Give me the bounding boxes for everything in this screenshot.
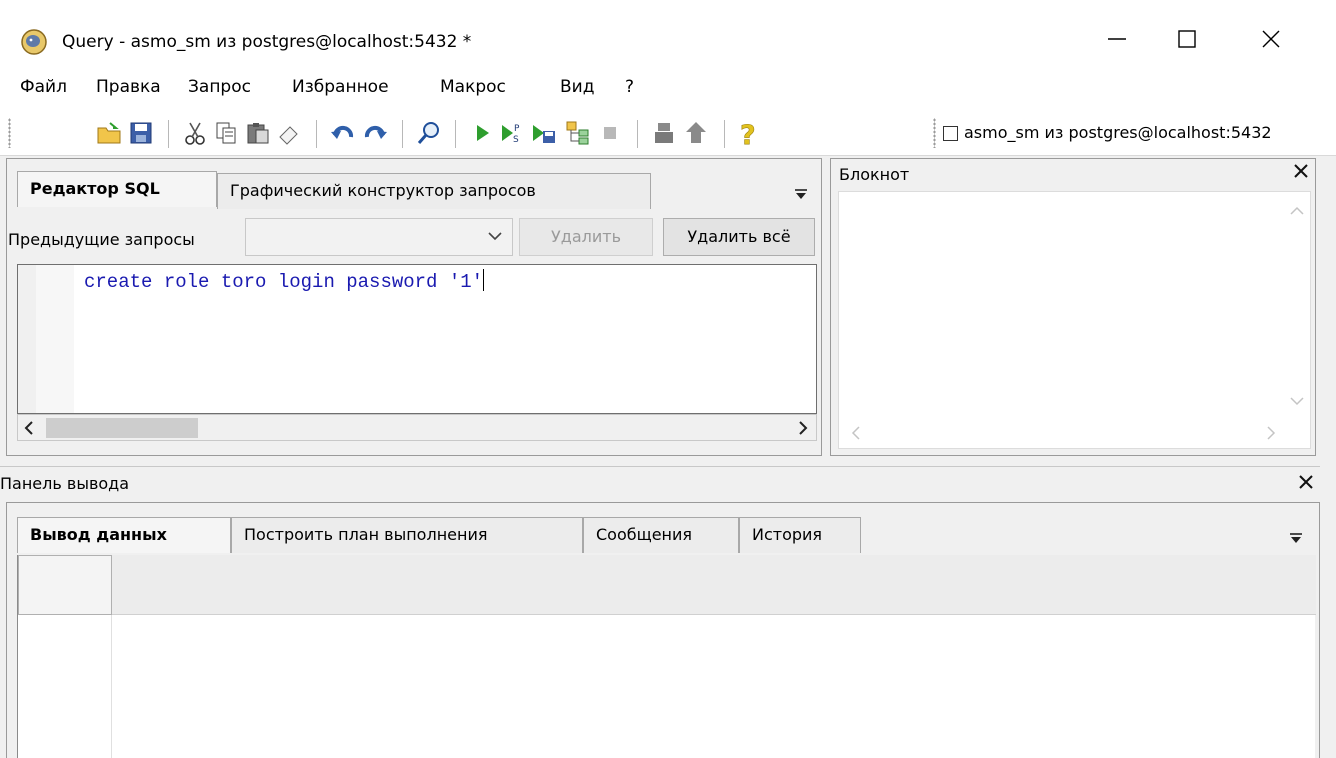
minimize-button[interactable]	[1082, 16, 1152, 62]
paste-icon[interactable]	[244, 119, 272, 147]
scroll-up-icon[interactable]	[1290, 206, 1304, 216]
notepad-pane: Блокнот	[830, 158, 1316, 456]
toolbar-separator	[724, 120, 725, 148]
commit-icon[interactable]	[650, 119, 678, 147]
output-pane: Вывод данных Построить план выполнения С…	[6, 502, 1320, 758]
sql-code-editor[interactable]: create role toro login password '1'	[17, 264, 817, 414]
svg-text:?: ?	[740, 120, 756, 147]
scroll-down-icon[interactable]	[1290, 396, 1304, 406]
menu-file[interactable]: Файл	[20, 75, 67, 99]
connection-label[interactable]: asmo_sm из postgres@localhost:5432	[964, 122, 1272, 144]
tab-messages[interactable]: Сообщения	[583, 517, 739, 553]
toolbar-separator	[168, 120, 169, 148]
scroll-left-icon[interactable]	[24, 420, 34, 436]
delete-query-button[interactable]: Удалить	[519, 218, 653, 256]
minimize-icon	[1108, 38, 1126, 40]
window-right-edge	[1320, 156, 1336, 758]
editor-gutter	[18, 265, 36, 413]
scroll-right-icon[interactable]	[798, 420, 808, 436]
editor-fold-margin	[36, 265, 74, 413]
cut-icon[interactable]	[181, 119, 209, 147]
tab-list-dropdown-icon[interactable]	[794, 187, 808, 201]
data-output-grid[interactable]	[17, 555, 1316, 758]
toolbar-grip[interactable]	[8, 118, 11, 148]
toolbar-separator	[316, 120, 317, 148]
notepad-text-area[interactable]	[838, 191, 1311, 449]
scroll-right-icon[interactable]	[1266, 426, 1276, 440]
menu-edit[interactable]: Правка	[96, 75, 161, 99]
tab-graphical-query-builder[interactable]: Графический конструктор запросов	[217, 173, 651, 209]
scrollbar-thumb[interactable]	[46, 418, 198, 438]
connection-checkbox[interactable]	[943, 126, 958, 141]
sql-code-line: create role toro login password '1'	[84, 269, 485, 294]
close-icon	[1262, 30, 1280, 48]
execute-icon[interactable]	[468, 119, 496, 147]
menu-help[interactable]: ?	[625, 75, 634, 99]
menu-view[interactable]: Вид	[560, 75, 594, 99]
tab-history[interactable]: История	[739, 517, 861, 553]
grid-row-header-column	[18, 615, 112, 758]
previous-queries-label: Предыдущие запросы	[8, 230, 195, 249]
stop-icon[interactable]	[596, 119, 624, 147]
rollback-icon[interactable]	[682, 119, 710, 147]
grid-column-header-row	[18, 555, 1316, 615]
sql-editor-pane: Редактор SQL Графический конструктор зап…	[6, 158, 822, 456]
tab-explain-plan[interactable]: Построить план выполнения	[231, 517, 583, 553]
sql-code-text: create role toro login password '1'	[84, 271, 484, 293]
toolbar-separator	[402, 120, 403, 148]
toolbar: P S ? asmo_sm из postgres@localhost:5432	[0, 106, 1336, 156]
save-icon[interactable]	[127, 119, 155, 147]
svg-text:P: P	[514, 124, 520, 134]
clear-icon[interactable]	[275, 119, 303, 147]
maximize-icon	[1178, 30, 1196, 48]
menu-favourites[interactable]: Избранное	[292, 75, 389, 99]
find-icon[interactable]	[415, 119, 443, 147]
chevron-down-icon	[488, 232, 502, 241]
toolbar-grip[interactable]	[933, 118, 936, 148]
toolbar-separator	[637, 120, 638, 148]
menu-macros[interactable]: Макрос	[440, 75, 506, 99]
execute-pgscript-icon[interactable]: P S	[498, 119, 526, 147]
window-title: Query - asmo_sm из postgres@localhost:54…	[62, 32, 472, 52]
text-caret	[483, 269, 485, 291]
output-pane-title: Панель вывода	[0, 474, 130, 493]
tab-sql-editor[interactable]: Редактор SQL	[17, 171, 217, 207]
close-window-button[interactable]	[1236, 16, 1306, 62]
close-icon[interactable]	[1291, 161, 1311, 181]
tab-list-dropdown-icon[interactable]	[1289, 531, 1303, 545]
tab-data-output[interactable]: Вывод данных	[17, 517, 231, 553]
copy-icon[interactable]	[212, 119, 240, 147]
menu-query[interactable]: Запрос	[188, 75, 251, 99]
execute-to-file-icon[interactable]	[530, 119, 558, 147]
help-icon[interactable]: ?	[734, 119, 762, 147]
output-tabs: Вывод данных Построить план выполнения С…	[9, 505, 1315, 555]
svg-text:S: S	[513, 135, 519, 145]
toolbar-separator	[455, 120, 456, 148]
grid-corner-cell[interactable]	[18, 555, 112, 615]
notepad-title: Блокнот	[839, 165, 910, 184]
scroll-left-icon[interactable]	[851, 426, 861, 440]
delete-all-queries-button[interactable]: Удалить всё	[663, 218, 815, 256]
explain-icon[interactable]	[564, 119, 592, 147]
sql-editor-tabs: Редактор SQL Графический конструктор зап…	[9, 161, 819, 213]
editor-horizontal-scrollbar[interactable]	[17, 414, 817, 441]
undo-icon[interactable]	[329, 119, 357, 147]
redo-icon[interactable]	[361, 119, 389, 147]
output-pane-header: Панель вывода	[0, 466, 1320, 500]
menu-bar: Файл Правка Запрос Избранное Макрос Вид …	[0, 62, 1336, 106]
open-file-icon[interactable]	[95, 119, 123, 147]
maximize-button[interactable]	[1152, 16, 1222, 62]
title-bar: Query - asmo_sm из postgres@localhost:54…	[0, 0, 1336, 62]
close-icon[interactable]	[1296, 472, 1316, 492]
previous-queries-select[interactable]	[245, 218, 513, 256]
app-elephant-icon	[21, 29, 47, 55]
